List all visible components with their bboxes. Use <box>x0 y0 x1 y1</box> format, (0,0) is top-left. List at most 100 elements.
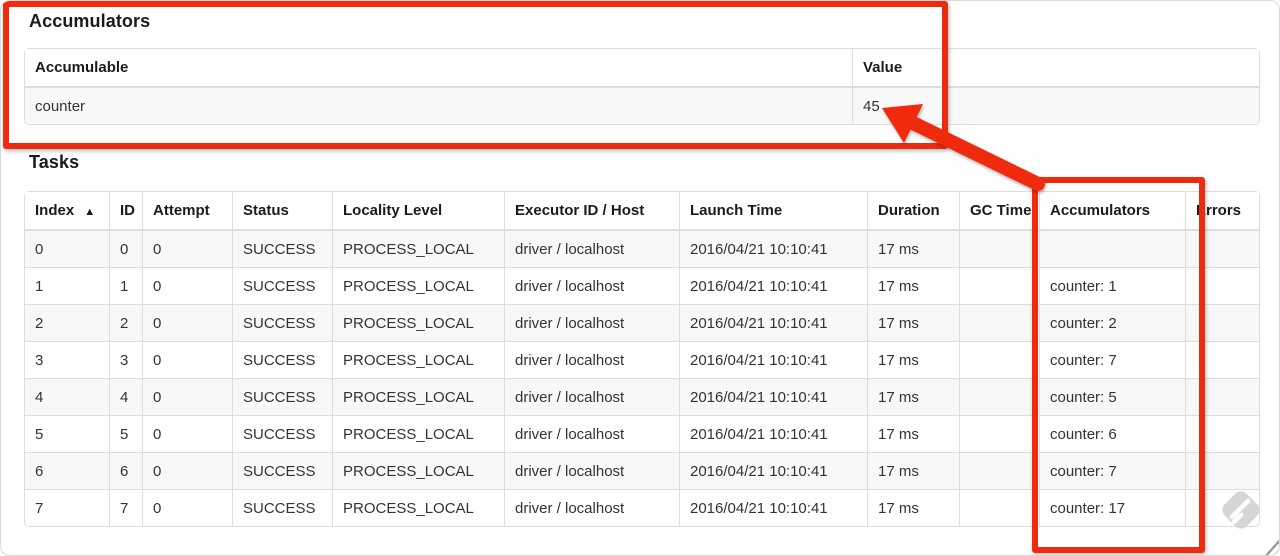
column-header-label: Attempt <box>153 202 210 219</box>
cell-index: 3 <box>25 341 109 378</box>
cell-gc-time <box>959 489 1039 526</box>
cell-index: 6 <box>25 452 109 489</box>
cell-errors <box>1185 304 1259 341</box>
cell-id: 0 <box>109 231 142 267</box>
column-header-label: Index <box>35 202 75 219</box>
cell-locality-level: PROCESS_LOCAL <box>332 415 504 452</box>
column-header-value[interactable]: Value <box>852 49 1259 88</box>
cell-duration: 17 ms <box>867 267 959 304</box>
table-row: 4 4 0 SUCCESS PROCESS_LOCAL driver / localhos… <box>25 378 1259 415</box>
cell-duration: 17 ms <box>867 489 959 526</box>
column-header-label: Value <box>863 59 903 76</box>
cell-id: 2 <box>109 304 142 341</box>
cell-duration: 17 ms <box>867 341 959 378</box>
column-header-label: GC Time <box>970 202 1032 219</box>
column-header-label: Accumulators <box>1050 202 1151 219</box>
column-header-executor-id-host[interactable]: Executor ID / Host <box>504 192 679 231</box>
spark-stage-page: Accumulators Accumulable Value counter 45 … <box>0 0 1280 556</box>
column-header-launch-time[interactable]: Launch Time <box>679 192 867 231</box>
cell-errors <box>1185 341 1259 378</box>
cell-accumulators: counter: 5 <box>1039 378 1185 415</box>
column-header-label: Locality Level <box>343 202 443 219</box>
cell-executor-id-host: driver / localhost <box>504 267 679 304</box>
cell-index: 1 <box>25 267 109 304</box>
column-header-errors[interactable]: Errors <box>1185 192 1259 231</box>
cell-status: SUCCESS <box>232 415 332 452</box>
cell-accumulators <box>1039 231 1185 267</box>
tasks-heading: Tasks <box>29 152 80 172</box>
cell-accumulators: counter: 6 <box>1039 415 1185 452</box>
cell-errors <box>1185 452 1259 489</box>
cell-gc-time <box>959 378 1039 415</box>
cell-status: SUCCESS <box>232 489 332 526</box>
accumulators-heading: Accumulators <box>29 11 151 31</box>
tasks-table: Index ▲ ID Attempt Status Locality Level Execu… <box>24 191 1260 527</box>
cell-errors <box>1185 231 1259 267</box>
cell-launch-time: 2016/04/21 10:10:41 <box>679 415 867 452</box>
column-header-label: Executor ID / Host <box>515 202 645 219</box>
cell-attempt: 0 <box>142 415 232 452</box>
cell-launch-time: 2016/04/21 10:10:41 <box>679 267 867 304</box>
cell-accumulators: counter: 2 <box>1039 304 1185 341</box>
cell-duration: 17 ms <box>867 304 959 341</box>
sort-ascending-icon: ▲ <box>84 206 96 218</box>
cell-accumulators: counter: 7 <box>1039 341 1185 378</box>
cell-launch-time: 2016/04/21 10:10:41 <box>679 489 867 526</box>
cell-errors <box>1185 415 1259 452</box>
cell-executor-id-host: driver / localhost <box>504 378 679 415</box>
column-header-index[interactable]: Index ▲ <box>25 192 109 231</box>
column-header-label: ID <box>120 202 135 219</box>
column-header-duration[interactable]: Duration <box>867 192 959 231</box>
table-row: 3 3 0 SUCCESS PROCESS_LOCAL driver / localhos… <box>25 341 1259 378</box>
cell-gc-time <box>959 415 1039 452</box>
cell-gc-time <box>959 452 1039 489</box>
cell-locality-level: PROCESS_LOCAL <box>332 231 504 267</box>
column-header-locality-level[interactable]: Locality Level <box>332 192 504 231</box>
table-row: 0 0 0 SUCCESS PROCESS_LOCAL driver / localhos… <box>25 231 1259 267</box>
column-header-gc-time[interactable]: GC Time <box>959 192 1039 231</box>
cell-locality-level: PROCESS_LOCAL <box>332 378 504 415</box>
cell-launch-time: 2016/04/21 10:10:41 <box>679 231 867 267</box>
cell-locality-level: PROCESS_LOCAL <box>332 452 504 489</box>
cell-locality-level: PROCESS_LOCAL <box>332 341 504 378</box>
cell-id: 3 <box>109 341 142 378</box>
cell-locality-level: PROCESS_LOCAL <box>332 267 504 304</box>
column-header-id[interactable]: ID <box>109 192 142 231</box>
column-header-accumulators[interactable]: Accumulators <box>1039 192 1185 231</box>
cell-attempt: 0 <box>142 452 232 489</box>
header-row: Index ▲ ID Attempt Status Locality Level Execu… <box>25 192 1259 231</box>
cell-duration: 17 ms <box>867 231 959 267</box>
cell-executor-id-host: driver / localhost <box>504 452 679 489</box>
cell-id: 1 <box>109 267 142 304</box>
cell-attempt: 0 <box>142 304 232 341</box>
column-header-status[interactable]: Status <box>232 192 332 231</box>
cell-index: 4 <box>25 378 109 415</box>
cell-id: 7 <box>109 489 142 526</box>
cell-attempt: 0 <box>142 341 232 378</box>
header-row: Accumulable Value <box>25 49 1259 88</box>
cell-gc-time <box>959 341 1039 378</box>
cell-launch-time: 2016/04/21 10:10:41 <box>679 378 867 415</box>
table-row: counter 45 <box>25 88 1259 124</box>
cell-id: 5 <box>109 415 142 452</box>
corner-mark-icon <box>1265 539 1279 555</box>
cell-executor-id-host: driver / localhost <box>504 304 679 341</box>
column-header-accumulable[interactable]: Accumulable <box>25 49 852 88</box>
cell-index: 0 <box>25 231 109 267</box>
cell-attempt: 0 <box>142 378 232 415</box>
column-header-attempt[interactable]: Attempt <box>142 192 232 231</box>
cell-executor-id-host: driver / localhost <box>504 231 679 267</box>
cell-launch-time: 2016/04/21 10:10:41 <box>679 452 867 489</box>
cell-status: SUCCESS <box>232 341 332 378</box>
cell-executor-id-host: driver / localhost <box>504 341 679 378</box>
cell-locality-level: PROCESS_LOCAL <box>332 489 504 526</box>
cell-status: SUCCESS <box>232 304 332 341</box>
cell-errors <box>1185 378 1259 415</box>
cell-executor-id-host: driver / localhost <box>504 415 679 452</box>
accumulators-table: Accumulable Value counter 45 <box>24 48 1260 125</box>
cell-attempt: 0 <box>142 231 232 267</box>
cell-launch-time: 2016/04/21 10:10:41 <box>679 304 867 341</box>
cell-executor-id-host: driver / localhost <box>504 489 679 526</box>
cell-accumulators: counter: 17 <box>1039 489 1185 526</box>
cell-id: 6 <box>109 452 142 489</box>
